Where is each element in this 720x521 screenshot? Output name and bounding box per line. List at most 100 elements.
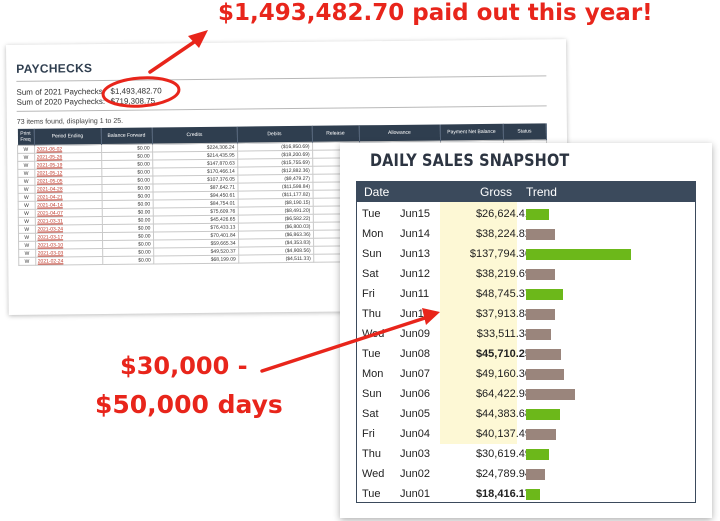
date-cell: Jun08 bbox=[400, 348, 430, 360]
trend-bar bbox=[526, 409, 560, 420]
date-cell: Jun11 bbox=[400, 288, 430, 300]
gross-cell: $137,794.36 bbox=[469, 248, 531, 260]
trend-bar bbox=[526, 489, 540, 500]
column-header[interactable]: Print Freq bbox=[17, 128, 35, 146]
gross-cell: $24,789.94 bbox=[475, 468, 531, 480]
column-header[interactable]: Credits bbox=[151, 126, 238, 144]
items-found-text: 73 items found, displaying 1 to 25. bbox=[16, 117, 124, 126]
gross-cell: $40,137.49 bbox=[475, 428, 531, 440]
date-cell: Jun03 bbox=[400, 448, 430, 460]
day-cell: Thu bbox=[362, 448, 381, 460]
trend-bar bbox=[526, 389, 575, 400]
gross-column-header: Gross bbox=[480, 185, 513, 199]
table-cell: W bbox=[18, 217, 35, 226]
table-cell: W bbox=[18, 201, 35, 210]
gross-cell: $45,710.25 bbox=[475, 348, 531, 360]
day-cell: Sun bbox=[362, 388, 382, 400]
table-cell: W bbox=[18, 209, 35, 218]
day-cell: Mon bbox=[362, 228, 384, 240]
trend-bar bbox=[526, 329, 551, 340]
gross-cell: $38,219.69 bbox=[475, 268, 531, 280]
day-cell: Thu bbox=[362, 308, 381, 320]
gross-cell: $37,913.88 bbox=[475, 308, 531, 320]
date-cell: Jun01 bbox=[400, 488, 430, 500]
table-cell: W bbox=[17, 169, 35, 178]
sum-2020-row: Sum of 2020 Paychecks: $719,308.75 bbox=[16, 96, 156, 107]
sales-row: Tue Jun01 $18,416.17 bbox=[356, 483, 696, 506]
day-cell: Tue bbox=[362, 488, 381, 500]
annotation-range-line2: $50,000 days bbox=[95, 390, 283, 419]
divider bbox=[16, 105, 547, 112]
day-cell: Sat bbox=[362, 268, 379, 280]
gross-cell: $48,745.37 bbox=[475, 288, 531, 300]
table-cell: W bbox=[17, 153, 35, 162]
gross-cell: $26,624.41 bbox=[475, 208, 531, 220]
sum-2020-value: $719,308.75 bbox=[110, 96, 156, 106]
gross-cell: $44,383.68 bbox=[475, 408, 531, 420]
sum-2020-label: Sum of 2020 Paychecks: bbox=[16, 96, 106, 107]
table-cell: W bbox=[17, 161, 35, 170]
trend-bar bbox=[526, 469, 545, 480]
sales-header-row: Date Gross Trend bbox=[356, 181, 696, 202]
gross-cell: $64,422.98 bbox=[475, 388, 531, 400]
gross-cell: $18,416.17 bbox=[475, 488, 531, 500]
date-column-header: Date bbox=[364, 185, 390, 199]
trend-bar bbox=[526, 349, 561, 360]
column-header[interactable]: Allowance bbox=[358, 124, 441, 142]
divider bbox=[16, 75, 547, 82]
column-header[interactable]: Period Ending bbox=[33, 128, 102, 146]
date-cell: Jun05 bbox=[400, 408, 430, 420]
trend-column-header: Trend bbox=[526, 185, 557, 199]
day-cell: Sun bbox=[362, 248, 382, 260]
sales-title: DAILY SALES SNAPSHOT bbox=[370, 151, 570, 171]
table-cell: ($4,511.33) bbox=[238, 254, 314, 264]
gross-cell: $38,224.82 bbox=[475, 228, 531, 240]
date-cell: Jun12 bbox=[400, 268, 430, 280]
column-header[interactable]: Release bbox=[311, 125, 360, 143]
table-cell: W bbox=[18, 193, 35, 202]
sum-2021-value: $1,493,482.70 bbox=[110, 86, 162, 96]
column-header[interactable]: Payment Net Balance bbox=[439, 123, 504, 141]
day-cell: Sat bbox=[362, 408, 379, 420]
period-ending-link[interactable]: 2021-02-24 bbox=[35, 256, 103, 266]
trend-bar bbox=[526, 289, 563, 300]
gross-cell: $30,619.49 bbox=[475, 448, 531, 460]
gross-cell: $33,511.38 bbox=[476, 328, 531, 340]
date-cell: Jun10 bbox=[400, 308, 430, 320]
trend-bar bbox=[526, 369, 564, 380]
trend-bar bbox=[526, 449, 549, 460]
table-cell: W bbox=[18, 257, 36, 266]
trend-bar bbox=[526, 229, 555, 240]
day-cell: Mon bbox=[362, 368, 384, 380]
trend-bar bbox=[526, 249, 631, 260]
date-cell: Jun15 bbox=[400, 208, 430, 220]
date-cell: Jun09 bbox=[400, 328, 430, 340]
table-cell: $0.00 bbox=[102, 255, 154, 265]
date-cell: Jun13 bbox=[400, 248, 430, 260]
date-cell: Jun04 bbox=[400, 428, 430, 440]
day-cell: Tue bbox=[362, 348, 381, 360]
table-cell: W bbox=[18, 249, 36, 258]
annotation-range-line1: $30,000 - bbox=[120, 352, 248, 380]
column-header[interactable]: Balance Forward bbox=[100, 127, 153, 145]
table-cell: W bbox=[18, 241, 36, 250]
table-cell: W bbox=[18, 233, 36, 242]
gross-cell: $49,160.30 bbox=[475, 368, 531, 380]
sum-2021-label: Sum of 2021 Paychecks: bbox=[16, 86, 106, 97]
day-cell: Wed bbox=[362, 328, 385, 340]
table-cell: W bbox=[18, 225, 35, 234]
sum-2021-row: Sum of 2021 Paychecks: $1,493,482.70 bbox=[16, 86, 161, 97]
paychecks-title: PAYCHECKS bbox=[16, 61, 93, 76]
trend-bar bbox=[526, 209, 549, 220]
trend-bar bbox=[526, 309, 555, 320]
trend-bar bbox=[526, 429, 556, 440]
day-cell: Fri bbox=[362, 428, 375, 440]
column-header[interactable]: Debits bbox=[236, 125, 313, 144]
day-cell: Fri bbox=[362, 288, 375, 300]
trend-bar bbox=[526, 269, 555, 280]
table-cell: $68,199.09 bbox=[153, 255, 239, 264]
column-header[interactable]: Status bbox=[502, 123, 547, 141]
date-cell: Jun02 bbox=[400, 468, 430, 480]
date-cell: Jun14 bbox=[400, 228, 430, 240]
daily-sales-snapshot: DAILY SALES SNAPSHOT Date Gross Trend Tu… bbox=[340, 143, 712, 518]
